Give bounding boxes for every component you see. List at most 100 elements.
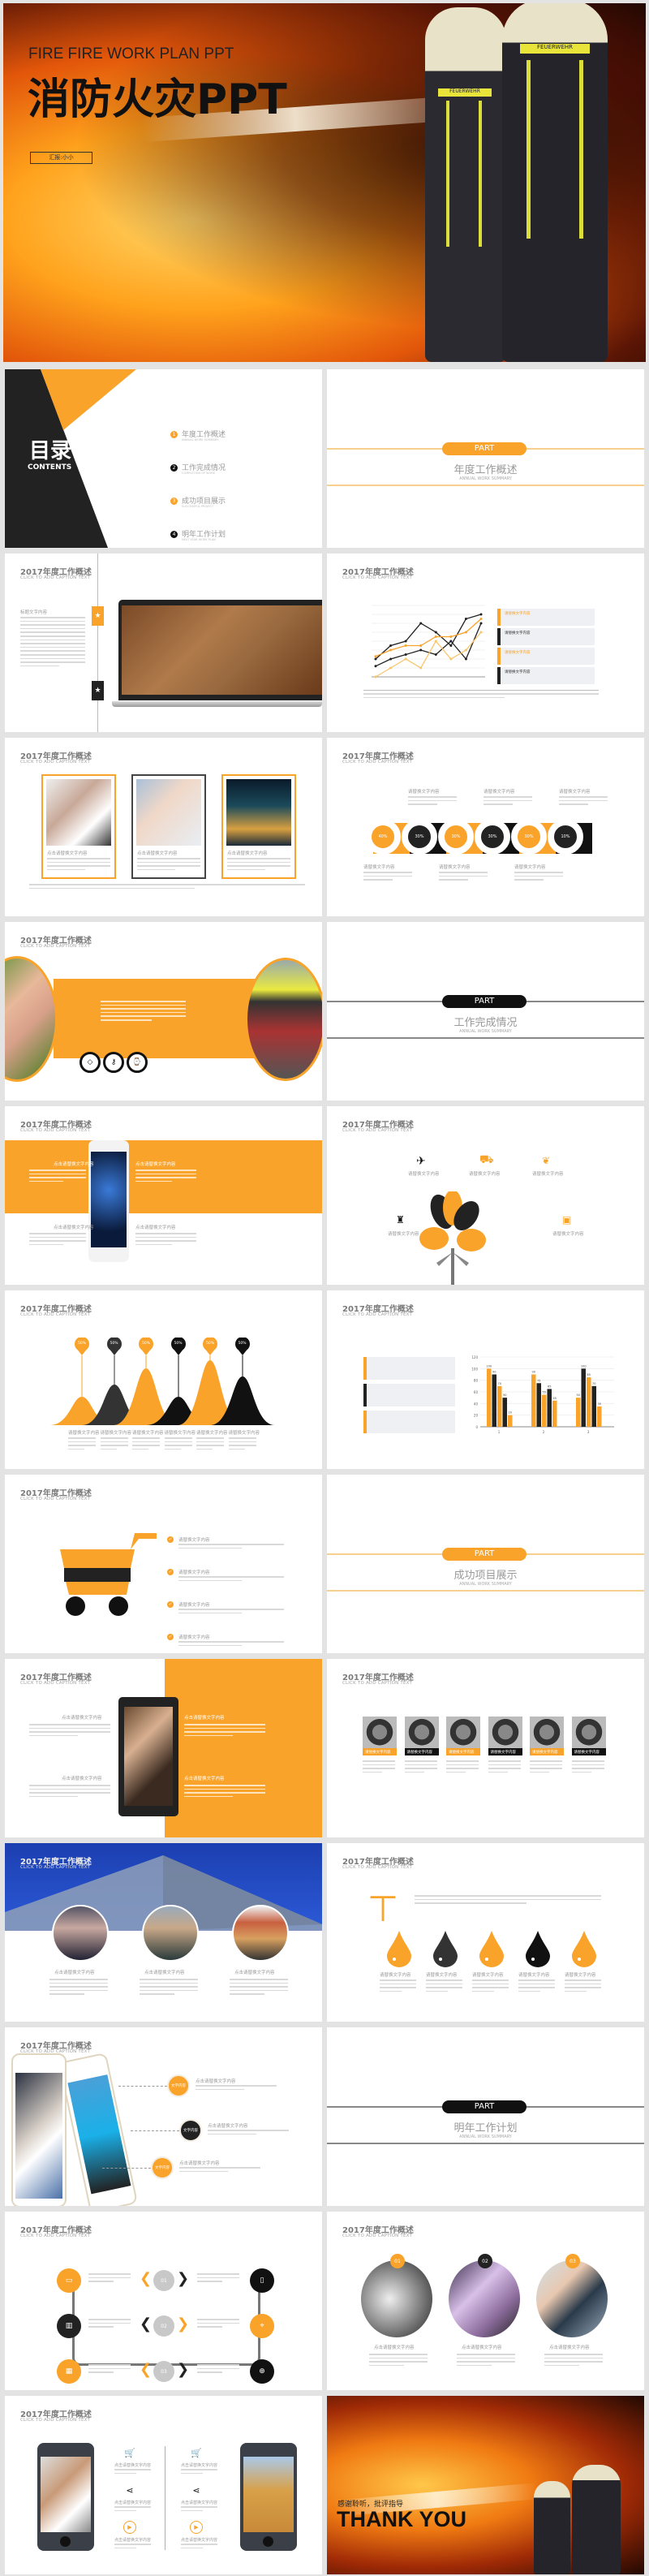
cart-slide: ✓ 请替换文字内容 ✓ 请替换文字内容 ✓ 请替换文字内容 ✓ 请替换文字内容 2017年度工… [5,1475,322,1653]
phone-mockup [88,1140,129,1262]
text-title: 点击请替换文字内容 [54,1971,95,1975]
firefighter-figure: FEUERWEHR [425,7,506,362]
item-number: 4 [170,531,178,538]
text-title: 请替换文字内容 [449,1750,475,1755]
bar [492,1374,496,1427]
image-card[interactable]: 点击请替换文字内容 [131,774,206,879]
image-card[interactable]: 点击请替换文字内容 [41,774,116,879]
monitor-icon[interactable]: ▭ [57,2268,81,2293]
data-label: 90 [492,1371,496,1374]
data-label: 55 [543,1391,546,1394]
card-photo [46,779,111,846]
play-icon[interactable]: ▶ [123,2521,136,2534]
placeholder-text-lines [514,872,563,883]
data-point [464,648,467,652]
text-title: 点击请替换文字内容 [181,2463,218,2468]
water-drop-icon [479,1931,504,1967]
line-chart [372,605,485,678]
connector-line [102,2168,151,2169]
x-tick-label: 3 [587,1430,590,1434]
tablet-slide: 点击请替换文字内容 点击请替换文字内容 点击请替换文字内容 点击请替换文字内容 … [5,1659,322,1837]
slide-caption: CLICK TO ADD CAPTION TEXT [20,1497,91,1501]
badge-label: 02 [482,2258,488,2264]
key-icon[interactable]: ⚷ [103,1052,124,1073]
play-icon[interactable]: ▶ [190,2521,203,2534]
placeholder-text-lines [363,872,412,883]
circle-photo [52,1905,109,1962]
water-drop-icon [387,1931,411,1967]
bar [576,1398,581,1427]
placeholder-text-lines [47,858,110,872]
slide-caption: CLICK TO ADD CAPTION TEXT [20,944,91,949]
item-sublabel: SUCCESSFUL PROJECT [182,505,214,508]
placeholder-text-lines [197,2273,239,2285]
text-title: 请替换文字内容 [426,1973,458,1978]
data-point [464,631,467,634]
trophy-icon: ♜ [396,1214,405,1226]
text-title: 点击请替换文字内容 [54,1226,94,1230]
text-title: 标题文字内容 [20,610,48,615]
bar-chart-icon[interactable]: ▥ [57,2314,81,2338]
data-point [419,622,423,625]
cover-subtitle: FIRE FIRE WORK PLAN PPT [28,45,234,62]
name-tag: 请替换文字内容 [446,1748,480,1755]
placeholder-text-lines [518,1979,555,1994]
text-title: 请替换文字内容 [406,1750,433,1755]
text-title: 请替换文字内容 [505,631,531,635]
item-number: 3 [170,498,178,505]
placeholder-text-lines [408,796,457,808]
shopping-cart-icon[interactable]: 🛒 [190,2446,203,2459]
name-tag: 请替换文字内容 [530,1748,564,1755]
placeholder-text-lines [20,617,85,669]
placeholder-text-lines [179,2167,260,2174]
node-label: 文字内容 [155,2166,170,2170]
timeline-node[interactable]: 文字内容 [167,2074,190,2097]
part-subtitle: ANNUAL WORK SUMMARY [459,1582,512,1587]
phone-icon[interactable]: ▯ [250,2268,274,2293]
text-title: 请替换文字内容 [518,1973,550,1978]
share-icon[interactable]: ⋖ [123,2483,136,2496]
shopping-cart-icon[interactable]: 🛒 [123,2446,136,2459]
share-icon[interactable]: ⋖ [190,2483,203,2496]
diamond-icon[interactable]: ◇ [80,1052,101,1073]
faucet-drops-slide: ⊤ 请替换文字内容 请替换文字内容 请替换文字内容 请替换文字内容 请替换文字内容 20… [327,1843,644,2022]
data-point [404,640,407,643]
calendar-icon[interactable]: ▦ [57,2359,81,2384]
data-point [404,657,407,661]
y-tick-label: 20 [474,1414,479,1418]
text-title: 请替换文字内容 [408,1172,440,1177]
data-point [464,618,467,620]
location-icon[interactable]: ⌖ [250,2314,274,2338]
card-photo [226,779,291,846]
part-slide-1: PART 年度工作概述 ANNUAL WORK SUMMARY [327,369,644,548]
card-photo [136,779,201,846]
placeholder-text-lines [230,1979,288,1997]
placeholder-text-lines [227,858,290,872]
percent-label: 30% [488,834,497,839]
placeholder-text-lines [544,2354,603,2368]
percent-circles-slide: 40% 30% 30% 30% 30% 10% 请替换文字内容 请替换文字内容 请替换文字内容请… [327,738,644,916]
data-point [419,666,423,670]
text-title: 点击请替换文字内容 [181,2538,218,2543]
timeline-node[interactable]: 文字内容 [179,2119,202,2142]
data-label: 70 [498,1382,501,1385]
phones-timeline-slide: 文字内容 点击请替换文字内容 文字内容 点击请替换文字内容 文字内容 点击请替换文字内容 … [5,2027,322,2206]
bar [502,1398,507,1427]
data-point [449,644,453,647]
image-card[interactable]: 点击请替换文字内容 [221,774,296,879]
data-point [434,631,437,634]
percent-label: 10% [561,834,570,839]
number-badge: 02 [478,2254,492,2268]
data-point [404,644,407,647]
slide-caption: CLICK TO ADD CAPTION TEXT [342,1128,413,1133]
slide-caption: CLICK TO ADD CAPTION TEXT [20,1681,91,1686]
text-title: 请替换文字内容 [505,670,531,674]
timeline-node[interactable]: 文字内容 [151,2156,174,2179]
target-icon[interactable]: ⊕ [250,2359,274,2384]
placeholder-text-lines [88,2273,131,2285]
tablet-mockup [118,1697,178,1816]
watch-icon[interactable]: ⌚ [127,1052,148,1073]
image-icon: ▣ [562,1214,572,1226]
badge-label: 01 [394,2258,401,2264]
step-label: 02 [161,2323,167,2329]
